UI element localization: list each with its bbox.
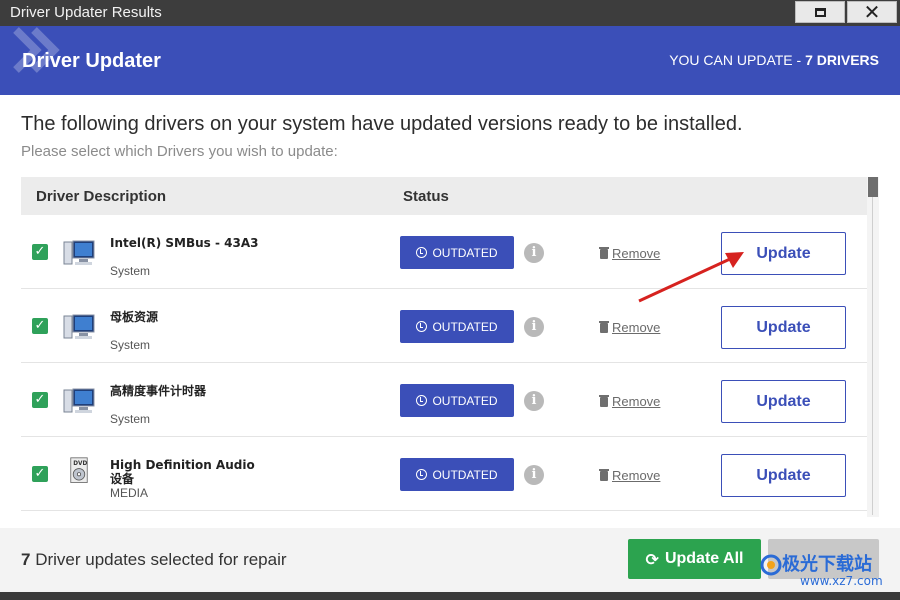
status-badge[interactable]: OUTDATED [400,384,514,417]
dvd-drive-icon: DVD [70,457,88,483]
selected-text: Driver updates selected for repair [30,550,287,569]
remove-label: Remove [612,394,661,409]
headline: The following drivers on your system hav… [21,113,743,135]
driver-checkbox[interactable]: ✓ [32,392,48,408]
column-header-description: Driver Description [36,188,167,205]
computer-icon [63,240,95,265]
driver-category: MEDIA [110,486,149,500]
clock-icon [416,469,428,480]
computer-icon [63,314,95,339]
trash-icon [599,320,609,333]
maximize-icon [814,7,826,17]
trash-icon [599,246,609,259]
driver-category: System [110,412,151,426]
status-badge[interactable]: OUTDATED [400,236,514,269]
window-bottom-edge [0,592,900,600]
watermark-text: 极光下载站 [782,554,872,575]
close-icon: ✕ [863,0,881,24]
update-button[interactable]: Update [721,306,846,349]
column-header-status: Status [403,188,449,205]
window-titlebar: Driver Updater Results ✕ [0,0,900,26]
sync-icon: ⟳ [645,549,659,569]
update-count-prefix: YOU CAN UPDATE - [669,52,806,68]
update-count-value: 7 DRIVERS [805,52,879,68]
driver-checkbox[interactable]: ✓ [32,466,48,482]
close-button[interactable]: ✕ [847,1,897,23]
watermark-logo-icon [760,554,782,576]
window-title: Driver Updater Results [10,4,162,21]
status-label: OUTDATED [432,245,498,260]
info-icon[interactable]: i [524,317,544,337]
driver-row: ✓ 高精度事件计时器 System OUTDATED i Remove Upda… [21,363,867,437]
remove-link[interactable]: Remove [599,468,661,483]
info-icon[interactable]: i [524,243,544,263]
driver-checkbox[interactable]: ✓ [32,244,48,260]
info-icon[interactable]: i [524,391,544,411]
table-header: Driver Description Status [21,177,867,215]
driver-category: System [110,338,151,352]
clock-icon [416,395,428,406]
app-title: Driver Updater [22,50,161,72]
scrollbar-thumb[interactable] [868,177,878,197]
subline: Please select which Drivers you wish to … [21,143,338,160]
svg-text:DVD: DVD [73,461,87,467]
clock-icon [416,321,428,332]
app-header: Driver Updater YOU CAN UPDATE - 7 DRIVER… [0,26,900,95]
annotation-arrow [638,252,744,303]
remove-label: Remove [612,320,661,335]
driver-name: Intel(R) SMBus - 43A3 [110,236,259,250]
watermark-url: www.xz7.com [800,574,883,588]
remove-link[interactable]: Remove [599,394,661,409]
update-all-button[interactable]: ⟳ Update All [628,539,761,579]
info-icon[interactable]: i [524,465,544,485]
status-label: OUTDATED [432,467,498,482]
computer-icon [63,388,95,413]
status-badge[interactable]: OUTDATED [400,310,514,343]
status-badge[interactable]: OUTDATED [400,458,514,491]
status-label: OUTDATED [432,319,498,334]
main-panel: The following drivers on your system hav… [0,95,900,528]
remove-label: Remove [612,468,661,483]
scrollbar-track [872,197,873,515]
trash-icon [599,468,609,481]
update-count-label: YOU CAN UPDATE - 7 DRIVERS [669,52,879,68]
update-button[interactable]: Update [721,380,846,423]
driver-category: System [110,264,151,278]
driver-name: 高精度事件计时器 [110,384,207,398]
remove-link[interactable]: Remove [599,320,661,335]
clock-icon [416,247,428,258]
trash-icon [599,394,609,407]
driver-checkbox[interactable]: ✓ [32,318,48,334]
watermark: 极光下载站 www.xz7.com [760,548,898,594]
driver-name: High Definition Audio 设备 [110,458,255,486]
vertical-scrollbar[interactable] [867,177,879,517]
selected-summary: 7 Driver updates selected for repair [21,550,287,570]
driver-row: ✓ DVD High Definition Audio 设备 MEDIA OUT… [21,437,867,511]
update-button[interactable]: Update [721,454,846,497]
driver-name: 母板资源 [110,310,159,324]
status-label: OUTDATED [432,393,498,408]
maximize-button[interactable] [795,1,845,23]
update-all-label: Update All [664,550,744,567]
